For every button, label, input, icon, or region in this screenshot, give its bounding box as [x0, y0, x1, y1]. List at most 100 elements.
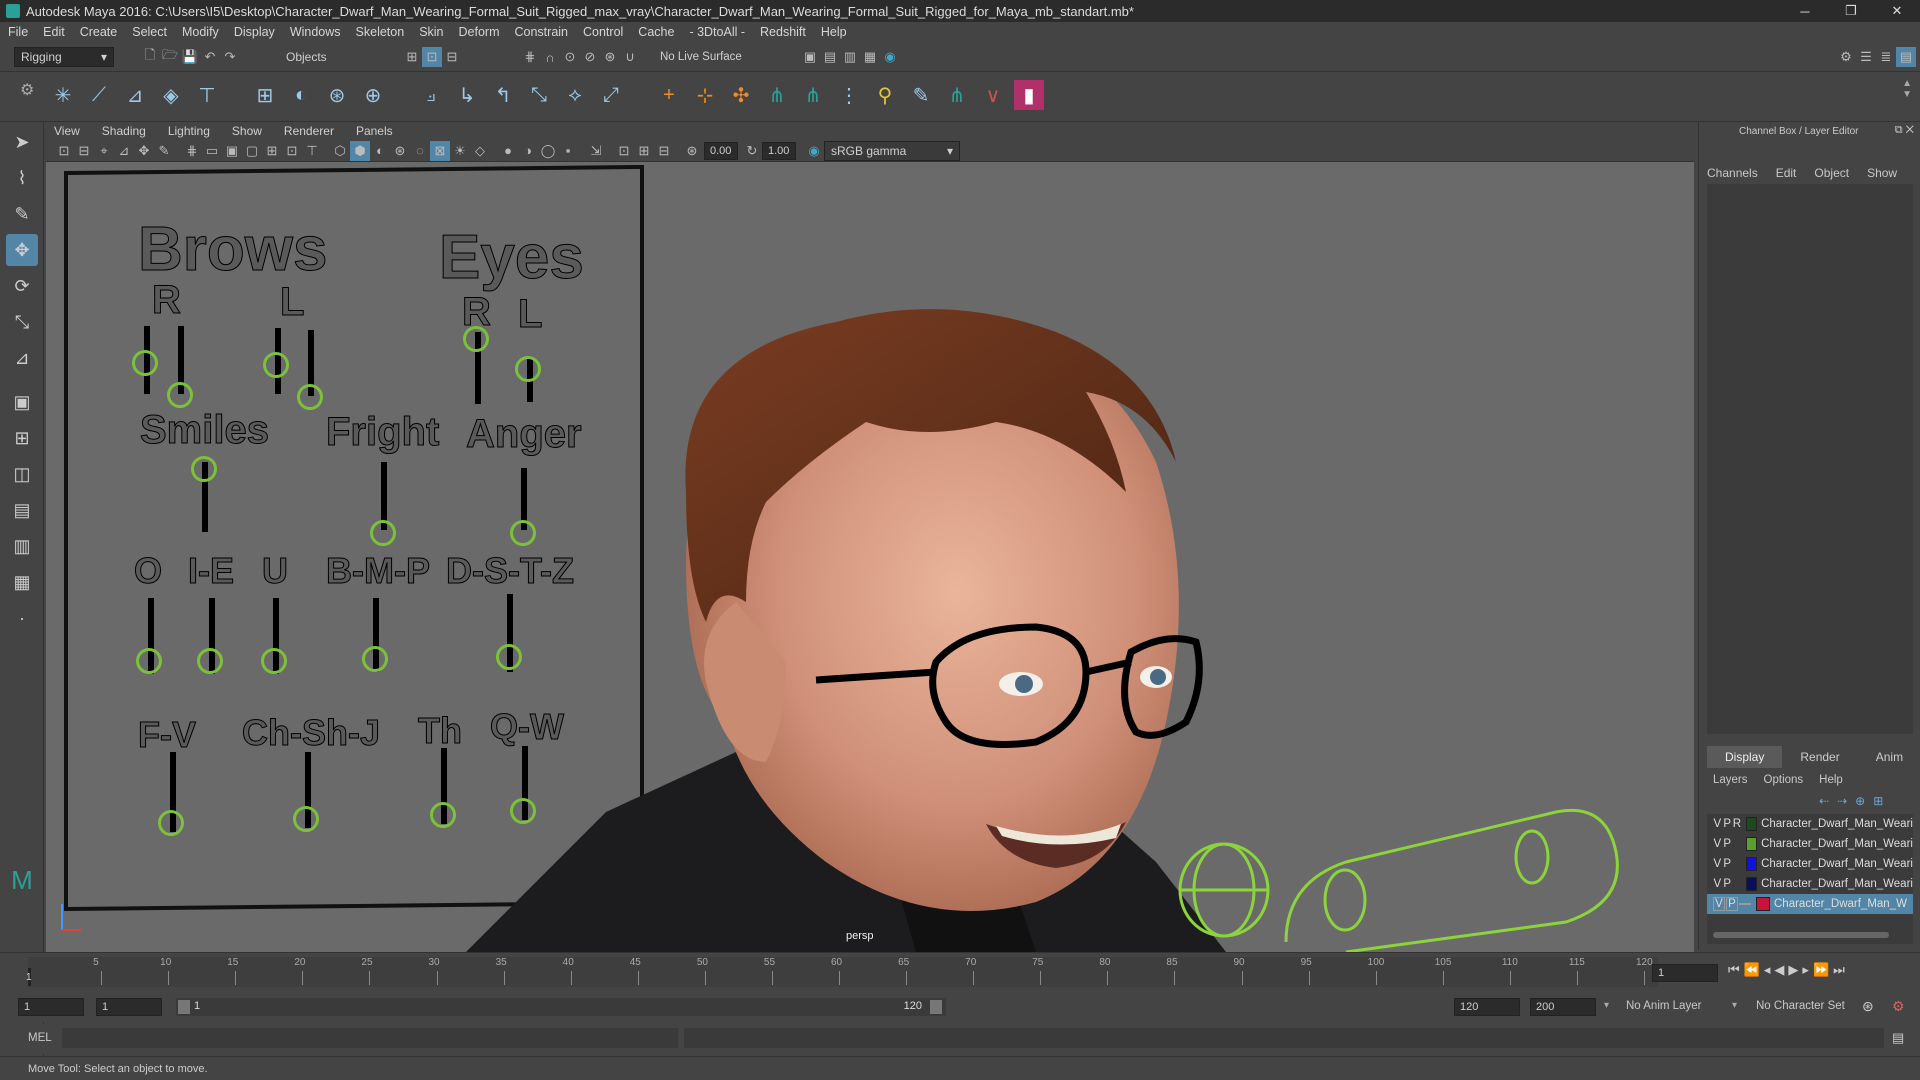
layer-row[interactable]: V P Character_Dwarf_Man_Weari: [1707, 834, 1913, 854]
move-tool-icon[interactable]: ✥: [6, 234, 38, 266]
hik-control-icon[interactable]: ⋔: [798, 80, 828, 110]
ik-spline-icon[interactable]: ⊿: [120, 80, 150, 110]
depth-of-field-icon[interactable]: ●: [498, 141, 518, 161]
snap-point-icon[interactable]: ⊙: [560, 47, 580, 67]
panel-menu-panels[interactable]: Panels: [356, 124, 393, 138]
playback-toggle[interactable]: P: [1723, 878, 1732, 890]
live-surface-label[interactable]: No Live Surface: [660, 51, 742, 63]
wire-icon[interactable]: ⊕: [358, 80, 388, 110]
film-gate-icon[interactable]: ▭: [202, 141, 222, 161]
playback-toggle[interactable]: P: [1726, 897, 1738, 911]
help-menu[interactable]: Help: [1819, 774, 1843, 786]
tab-anim[interactable]: Anim: [1858, 746, 1920, 768]
point-constraint-icon[interactable]: ⟓: [416, 80, 446, 110]
magnet-icon[interactable]: ∪: [620, 47, 640, 67]
tab-display[interactable]: Display: [1707, 746, 1783, 768]
render-ipr-icon[interactable]: ▤: [820, 47, 840, 67]
reference-toggle[interactable]: R: [1733, 818, 1742, 830]
select-component-icon[interactable]: ⊟: [442, 47, 462, 67]
shadows-icon[interactable]: ⊠: [430, 140, 450, 161]
reference-toggle[interactable]: [1739, 903, 1751, 905]
lattice-icon[interactable]: ⊞: [250, 80, 280, 110]
playback-start-field[interactable]: 1: [96, 998, 162, 1016]
panel-menu-show[interactable]: Show: [232, 124, 262, 138]
open-scene-icon[interactable]: 🗁: [160, 47, 180, 67]
restore-button[interactable]: ❐: [1828, 0, 1874, 22]
layer-row[interactable]: V P R Character_Dwarf_Man_Weari: [1707, 814, 1913, 834]
last-tool-icon[interactable]: ⊿: [6, 342, 38, 374]
layer-color-swatch[interactable]: [1756, 897, 1770, 911]
orient-constraint-icon[interactable]: ↰: [488, 80, 518, 110]
snap-view-icon[interactable]: ⊘: [580, 47, 600, 67]
layout-graph-icon[interactable]: ▥: [6, 530, 38, 562]
chevron-down-icon[interactable]: ▾: [1732, 1000, 1737, 1011]
xray-joints-icon[interactable]: ◯: [538, 141, 558, 161]
viewport-persp[interactable]: Brows Eyes R L R L Smiles Fright Anger O…: [46, 162, 1694, 952]
panel-menu-shading[interactable]: Shading: [102, 124, 146, 138]
range-handle-end[interactable]: [930, 1000, 942, 1014]
snap-grid-icon[interactable]: ⋕: [520, 47, 540, 67]
safe-action-icon[interactable]: ⊡: [282, 141, 302, 161]
ik-fk-icon[interactable]: ⊹: [690, 80, 720, 110]
menu-windows[interactable]: Windows: [290, 25, 341, 39]
exposure-field[interactable]: 0.00: [704, 141, 738, 160]
layer-color-swatch[interactable]: [1746, 857, 1758, 871]
ik-handle-icon[interactable]: ⟋: [84, 80, 114, 110]
xray-components-icon[interactable]: ▪: [558, 141, 578, 161]
select-camera-icon[interactable]: ⊡: [54, 141, 74, 161]
tab-render[interactable]: Render: [1782, 746, 1857, 768]
save-scene-icon[interactable]: 💾: [180, 47, 200, 67]
resolution-gate-icon[interactable]: ▣: [222, 141, 242, 161]
parent-constraint-icon[interactable]: ⟡: [560, 80, 590, 110]
bookmark-icon[interactable]: ⌖: [94, 141, 114, 161]
cluster-icon[interactable]: ◐: [286, 80, 316, 110]
layout-four-icon[interactable]: ⊞: [6, 422, 38, 454]
v-shape-icon[interactable]: ∨: [978, 80, 1008, 110]
chevron-down-icon[interactable]: ▾: [1604, 1000, 1609, 1011]
timeline-track[interactable]: 5 10 15 20 25 30 35 40 45 50 55 60 65 70 75 80 85 90 95 100…: [28, 957, 1658, 987]
menu-create[interactable]: Create: [80, 25, 118, 39]
image-plane-icon[interactable]: ⊿: [114, 141, 134, 161]
shelf-scroll-icon[interactable]: ▲ ▼: [1902, 78, 1912, 100]
range-slider[interactable]: 1 120: [176, 998, 946, 1016]
go-to-end-icon[interactable]: ⏭: [1833, 962, 1845, 978]
playback-toggle[interactable]: P: [1723, 818, 1732, 830]
tool-settings-icon[interactable]: ≣: [1876, 47, 1896, 67]
panel-float-close-icon[interactable]: ⧉ ✕: [1895, 124, 1914, 137]
layer-color-swatch[interactable]: [1746, 837, 1758, 851]
layout-more-icon[interactable]: ·: [6, 602, 38, 634]
visibility-toggle[interactable]: V: [1713, 838, 1722, 850]
menu-display[interactable]: Display: [234, 25, 275, 39]
anim-start-field[interactable]: 1: [18, 998, 84, 1016]
layout-outliner-icon[interactable]: ▤: [6, 494, 38, 526]
script-language-label[interactable]: MEL: [28, 1032, 52, 1044]
character-set-icon[interactable]: ✣: [726, 80, 756, 110]
minimize-button[interactable]: ─: [1782, 0, 1828, 22]
layout-single-icon[interactable]: ▣: [6, 386, 38, 418]
channel-list[interactable]: [1707, 184, 1913, 734]
playback-toggle[interactable]: P: [1723, 858, 1732, 870]
step-back-frame-icon[interactable]: ◂: [1764, 962, 1771, 978]
joint-tool-icon[interactable]: ✳: [48, 80, 78, 110]
hud-icon[interactable]: ⊡: [614, 141, 634, 161]
play-backward-icon[interactable]: ◀: [1774, 962, 1784, 978]
character-model[interactable]: [46, 162, 1694, 952]
scale-tool-icon[interactable]: ⤡: [6, 306, 38, 338]
command-input[interactable]: [62, 1028, 678, 1048]
wireframe-on-shaded-icon[interactable]: ◐: [370, 141, 390, 161]
move-layer-down-icon[interactable]: ⇢: [1837, 794, 1847, 808]
render-view-icon[interactable]: ◉: [880, 47, 900, 67]
textured-icon[interactable]: ⊛: [390, 141, 410, 161]
menu-edit[interactable]: Edit: [43, 25, 65, 39]
snap-curve-icon[interactable]: ∩: [540, 47, 560, 67]
redo-icon[interactable]: ↷: [220, 47, 240, 67]
new-layer-icon[interactable]: ⊕: [1855, 794, 1865, 808]
snap-surface-icon[interactable]: ⊛: [600, 47, 620, 67]
smooth-shade-icon[interactable]: ⬢: [350, 140, 370, 161]
layer-name[interactable]: Character_Dwarf_Man_W: [1774, 898, 1907, 910]
gamma-icon[interactable]: ↻: [742, 141, 762, 161]
lasso-tool-icon[interactable]: ⌇: [6, 162, 38, 194]
visibility-toggle[interactable]: V: [1713, 858, 1722, 870]
select-tool-icon[interactable]: ➤: [6, 126, 38, 158]
render-frame-icon[interactable]: ▣: [800, 47, 820, 67]
